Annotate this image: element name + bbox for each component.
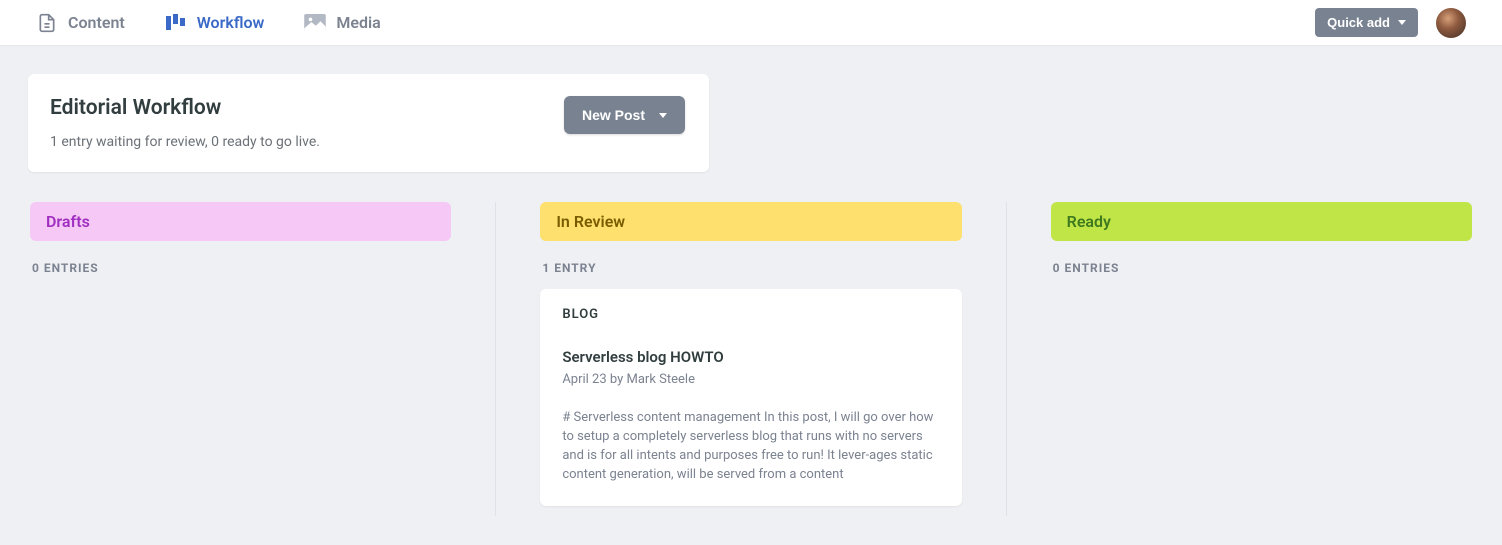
nav-media[interactable]: Media bbox=[304, 12, 380, 34]
column-header-drafts: Drafts bbox=[30, 202, 451, 241]
nav-workflow-label: Workflow bbox=[197, 13, 265, 32]
column-count-review: 1 ENTRY bbox=[540, 261, 961, 275]
column-drafts: Drafts 0 ENTRIES bbox=[30, 202, 451, 516]
nav-right: Quick add bbox=[1315, 8, 1466, 38]
quick-add-label: Quick add bbox=[1327, 15, 1390, 30]
entry-card[interactable]: BLOG Serverless blog HOWTO April 23 by M… bbox=[540, 289, 961, 506]
nav-workflow[interactable]: Workflow bbox=[165, 12, 265, 34]
column-ready: Ready 0 ENTRIES bbox=[1051, 202, 1472, 516]
column-count-ready: 0 ENTRIES bbox=[1051, 261, 1472, 275]
card-meta: April 23 by Mark Steele bbox=[562, 372, 939, 387]
column-header-review: In Review bbox=[540, 202, 961, 241]
page-title: Editorial Workflow bbox=[50, 96, 320, 120]
workflow-header-card: Editorial Workflow 1 entry waiting for r… bbox=[28, 74, 709, 172]
nav-content[interactable]: Content bbox=[36, 12, 125, 34]
workflow-icon bbox=[165, 12, 187, 34]
workflow-columns: Drafts 0 ENTRIES In Review 1 ENTRY BLOG … bbox=[28, 202, 1474, 516]
column-review: In Review 1 ENTRY BLOG Serverless blog H… bbox=[540, 202, 961, 516]
nav-content-label: Content bbox=[68, 13, 125, 32]
content-area: Editorial Workflow 1 entry waiting for r… bbox=[0, 46, 1502, 516]
chevron-down-icon bbox=[1398, 20, 1406, 25]
quick-add-button[interactable]: Quick add bbox=[1315, 8, 1418, 37]
column-header-ready: Ready bbox=[1051, 202, 1472, 241]
new-post-label: New Post bbox=[582, 107, 645, 123]
top-navigation: Content Workflow Media Quick add bbox=[0, 0, 1502, 46]
media-icon bbox=[304, 12, 326, 34]
card-collection: BLOG bbox=[562, 307, 939, 322]
header-text: Editorial Workflow 1 entry waiting for r… bbox=[50, 96, 320, 150]
nav-left: Content Workflow Media bbox=[36, 12, 381, 34]
avatar[interactable] bbox=[1436, 8, 1466, 38]
content-icon bbox=[36, 12, 58, 34]
nav-media-label: Media bbox=[336, 13, 380, 32]
new-post-button[interactable]: New Post bbox=[564, 96, 685, 134]
card-excerpt: # Serverless content management In this … bbox=[562, 409, 939, 484]
chevron-down-icon bbox=[659, 113, 667, 118]
card-title: Serverless blog HOWTO bbox=[562, 348, 939, 366]
page-subtitle: 1 entry waiting for review, 0 ready to g… bbox=[50, 134, 320, 150]
column-divider bbox=[495, 202, 496, 516]
column-divider bbox=[1006, 202, 1007, 516]
column-count-drafts: 0 ENTRIES bbox=[30, 261, 451, 275]
